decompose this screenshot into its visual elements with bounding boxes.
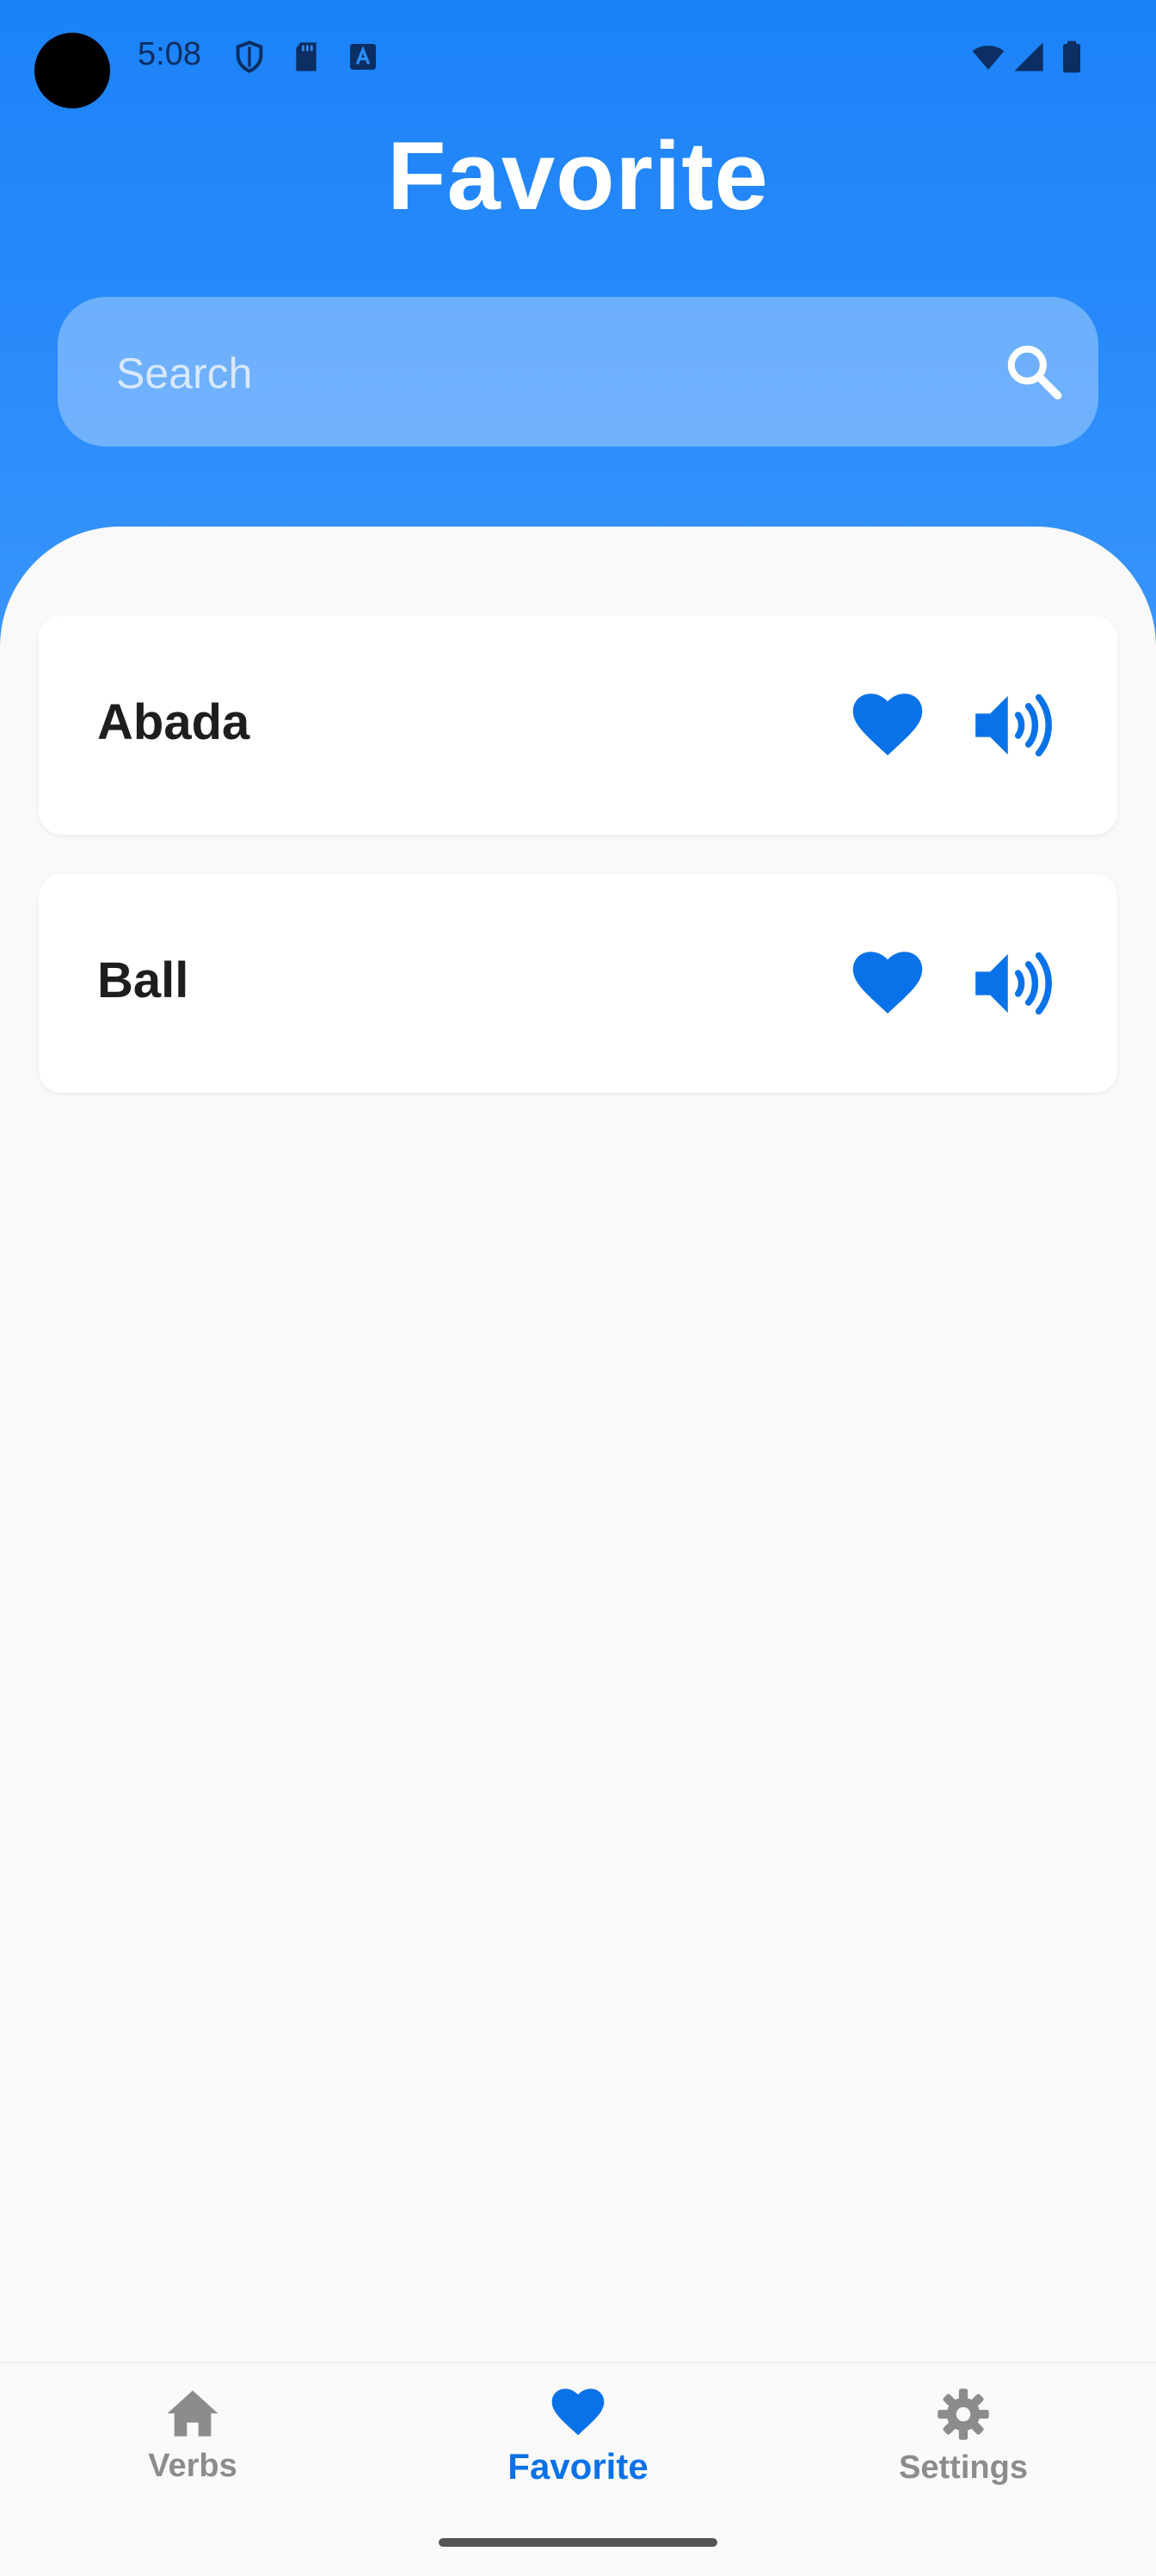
heart-icon[interactable] — [852, 950, 924, 1017]
wifi-icon — [972, 46, 1005, 70]
nav-item-verbs[interactable]: Verbs — [64, 2388, 322, 2485]
search-input[interactable]: Search — [116, 348, 252, 398]
status-bar: 5:08 — [0, 0, 1156, 120]
camera-cutout — [34, 33, 110, 108]
status-time: 5:08 — [138, 36, 201, 72]
a-box-icon — [350, 44, 376, 70]
search-bar[interactable]: Search — [58, 297, 1098, 447]
home-icon — [167, 2390, 218, 2437]
sd-card-icon — [296, 42, 317, 71]
search-icon[interactable] — [1002, 340, 1066, 404]
nav-item-favorite[interactable]: Favorite — [449, 2388, 707, 2487]
favorite-word: Abada — [97, 694, 250, 750]
speaker-icon[interactable] — [972, 690, 1061, 761]
favorite-item[interactable]: Ball — [39, 874, 1117, 1093]
shield-icon — [236, 40, 263, 73]
heart-icon — [551, 2388, 605, 2436]
heart-icon[interactable] — [852, 692, 924, 759]
favorite-item[interactable]: Abada — [39, 616, 1117, 835]
page-title: Favorite — [387, 122, 769, 230]
nav-item-settings[interactable]: Settings — [834, 2388, 1092, 2487]
nav-label-settings: Settings — [899, 2450, 1028, 2486]
nav-label-favorite: Favorite — [507, 2446, 649, 2487]
home-indicator[interactable] — [439, 2538, 717, 2547]
battery-icon — [1063, 40, 1080, 73]
signal-icon — [1014, 42, 1043, 71]
nav-label-verbs: Verbs — [148, 2448, 237, 2484]
speaker-icon[interactable] — [972, 948, 1061, 1019]
favorite-word: Ball — [97, 952, 189, 1008]
gear-icon — [938, 2388, 989, 2440]
